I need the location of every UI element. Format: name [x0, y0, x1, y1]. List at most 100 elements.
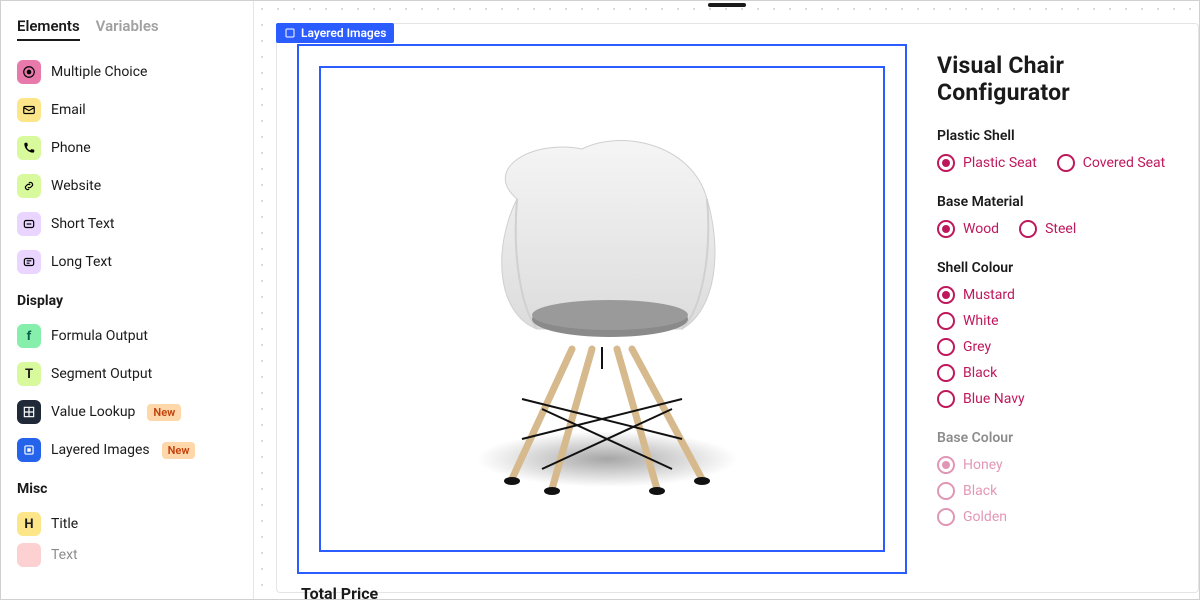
item-segment-output[interactable]: T Segment Output: [9, 355, 245, 393]
section-display: Display: [1, 285, 253, 313]
long-text-icon: [17, 250, 41, 274]
option-label: Blue Navy: [963, 391, 1025, 407]
item-label: Title: [51, 516, 78, 532]
radio-icon: [937, 482, 955, 500]
option-label: Grey: [963, 339, 991, 355]
option-steel[interactable]: Steel: [1019, 220, 1076, 238]
tab-variables[interactable]: Variables: [96, 17, 159, 41]
config-group: Base Material Wood Steel: [937, 194, 1188, 238]
total-price-label: Total Price: [301, 584, 378, 599]
option-white[interactable]: White: [937, 312, 1188, 330]
canvas-card[interactable]: Layered Images: [276, 23, 1199, 593]
config-title: Visual Chair Configurator: [937, 52, 1188, 106]
item-website[interactable]: Website: [9, 167, 245, 205]
group-title: Base Colour: [937, 430, 1188, 446]
radio-icon: [937, 286, 955, 304]
option-plastic-seat[interactable]: Plastic Seat: [937, 154, 1037, 172]
layered-image-inner: [319, 66, 885, 552]
radio-icon: [937, 312, 955, 330]
option-label: Covered Seat: [1083, 155, 1165, 171]
option-covered-seat[interactable]: Covered Seat: [1057, 154, 1165, 172]
section-misc: Misc: [1, 473, 253, 501]
link-icon: [17, 174, 41, 198]
item-phone[interactable]: Phone: [9, 129, 245, 167]
item-label: Formula Output: [51, 328, 148, 344]
item-label: Text: [51, 547, 78, 563]
grid-icon: [17, 400, 41, 424]
config-panel: Visual Chair Configurator Plastic ShellP…: [937, 52, 1188, 548]
option-label: Plastic Seat: [963, 155, 1037, 171]
badge-new: New: [162, 442, 196, 459]
item-long-text[interactable]: Long Text: [9, 243, 245, 281]
option-label: Golden: [963, 509, 1007, 525]
item-value-lookup[interactable]: Value Lookup New: [9, 393, 245, 431]
radio-icon: [937, 338, 955, 356]
group-title: Shell Colour: [937, 260, 1188, 276]
radio-icon: [937, 456, 955, 474]
fx-icon: f: [17, 324, 41, 348]
phone-icon: [17, 136, 41, 160]
config-group: Base Colour Honey Black Golden: [937, 430, 1188, 526]
frame-icon: [17, 438, 41, 462]
option-label: Wood: [963, 221, 999, 237]
text-icon: [17, 212, 41, 236]
option-label: White: [963, 313, 999, 329]
option-black[interactable]: Black: [937, 364, 1188, 382]
selection-text: Layered Images: [301, 26, 386, 40]
item-label: Short Text: [51, 216, 115, 232]
item-multiple-choice[interactable]: Multiple Choice: [9, 53, 245, 91]
option-label: Steel: [1045, 221, 1076, 237]
item-short-text[interactable]: Short Text: [9, 205, 245, 243]
badge-new: New: [147, 404, 181, 421]
config-group: Plastic Shell Plastic Seat Covered Seat: [937, 128, 1188, 172]
frame-icon: [284, 27, 296, 39]
item-formula-output[interactable]: f Formula Output: [9, 317, 245, 355]
option-label: Mustard: [963, 287, 1015, 303]
radio-icon: [1019, 220, 1037, 238]
option-label: Black: [963, 365, 997, 381]
sidebar-display-items: f Formula Output T Segment Output Value …: [1, 313, 253, 473]
item-email[interactable]: Email: [9, 91, 245, 129]
option-grey[interactable]: Grey: [937, 338, 1188, 356]
canvas[interactable]: Layered Images: [254, 1, 1199, 599]
item-label: Phone: [51, 140, 91, 156]
text-peek-icon: [17, 543, 41, 567]
radio-dot-icon: [17, 60, 41, 84]
tab-elements[interactable]: Elements: [17, 17, 80, 41]
item-label: Long Text: [51, 254, 112, 270]
option-black[interactable]: Black: [937, 482, 1188, 500]
item-title[interactable]: H Title: [9, 505, 245, 543]
option-golden[interactable]: Golden: [937, 508, 1188, 526]
chair-svg: [422, 109, 782, 509]
item-label: Multiple Choice: [51, 64, 147, 80]
radio-icon: [937, 154, 955, 172]
item-label: Value Lookup: [51, 404, 135, 420]
item-label: Layered Images: [51, 442, 150, 458]
option-blue-navy[interactable]: Blue Navy: [937, 390, 1188, 408]
sidebar-top-items: Multiple Choice Email Phone Website: [1, 49, 253, 285]
radio-icon: [1057, 154, 1075, 172]
drag-handle[interactable]: [708, 3, 746, 7]
sidebar: Elements Variables Multiple Choice Email: [1, 1, 254, 599]
item-label: Email: [51, 102, 86, 118]
group-title: Base Material: [937, 194, 1188, 210]
item-layered-images[interactable]: Layered Images New: [9, 431, 245, 469]
selection-label: Layered Images: [276, 23, 394, 43]
chair-preview: [321, 68, 883, 550]
radio-icon: [937, 390, 955, 408]
h-icon: H: [17, 512, 41, 536]
option-wood[interactable]: Wood: [937, 220, 999, 238]
item-text-peek[interactable]: Text: [9, 543, 245, 574]
item-label: Segment Output: [51, 366, 152, 382]
option-label: Honey: [963, 457, 1003, 473]
option-label: Black: [963, 483, 997, 499]
mail-icon: [17, 98, 41, 122]
item-label: Website: [51, 178, 101, 194]
option-honey[interactable]: Honey: [937, 456, 1188, 474]
radio-icon: [937, 508, 955, 526]
option-mustard[interactable]: Mustard: [937, 286, 1188, 304]
radio-icon: [937, 220, 955, 238]
group-title: Plastic Shell: [937, 128, 1188, 144]
layered-image-frame[interactable]: [297, 44, 907, 574]
config-group: Shell Colour Mustard White Grey Black Blue Na…: [937, 260, 1188, 408]
